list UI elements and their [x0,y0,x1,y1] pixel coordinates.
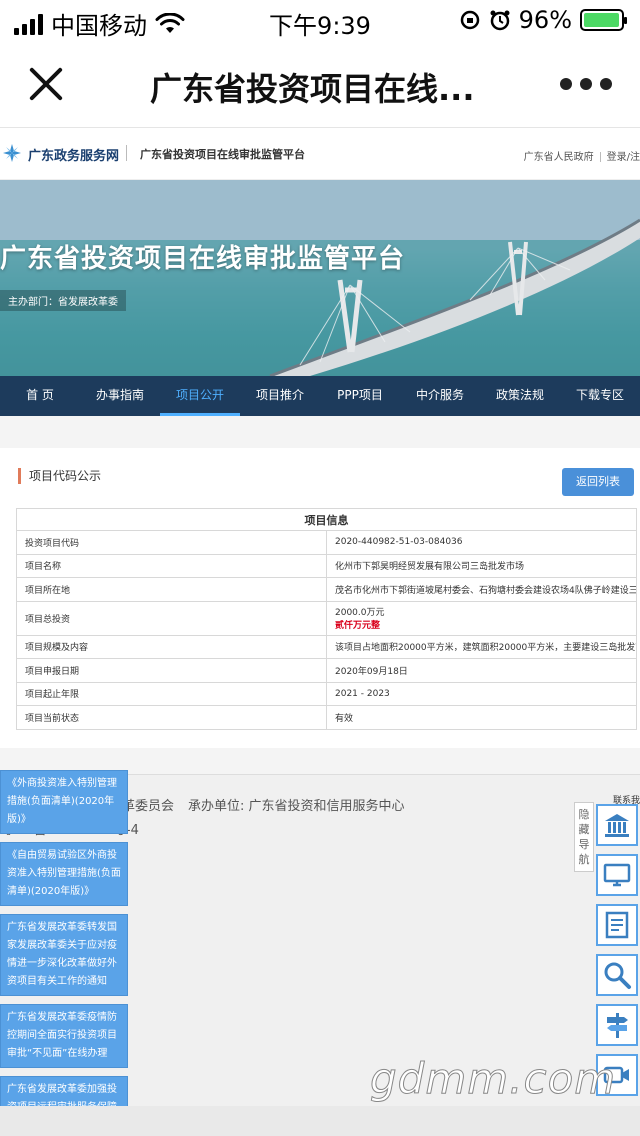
panel-title: 项目代码公示 [18,468,101,484]
gov-link[interactable]: 广东省人民政府 [524,152,594,163]
row-key: 项目规模及内容 [16,634,327,659]
row-key: 项目所在地 [16,577,327,602]
table-row: 项目规模及内容 该项目占地面积20000平方米，建筑面积20000平方米，主要建设… [16,634,637,659]
nav-item[interactable]: 中介服务 [400,376,480,416]
row-value-text: 该项目占地面积20000平方米，建筑面积20000平方米，主要建设三岛批发市场的… [335,643,636,654]
more-icon[interactable] [560,78,612,90]
close-icon[interactable] [26,64,66,104]
row-value-uppercase: 贰仟万元整 [335,621,381,631]
battery-icon [580,9,627,31]
table-row: 项目所在地茂名市化州市下郭街道坡尾村委会、石狗塘村委会建设农场4队佛子岭建设三岛… [16,577,637,602]
row-value-text: 2020-440982-51-03-084036 [335,537,463,548]
row-key: 项目申报日期 [16,658,327,683]
table-row: 项目申报日期 2020年09月18日 [16,658,637,683]
notice-card[interactable]: 广东省发展改革委疫情防控期间全面实行投资项目审批“不见面”在线办理 [0,1004,128,1068]
main-nav: 首 页办事指南 项目公开 项目推介 PPP项目 中介服务 政策法规 下载专区 [0,376,640,416]
platform-name: 广东省投资项目在线审批监管平台 [140,148,305,161]
site-logo-text[interactable]: 广东政务服务网 [28,145,119,164]
nav-item[interactable]: 办事指南 [80,376,160,416]
search-icon[interactable] [596,954,638,996]
gov-logo-icon [3,144,21,162]
row-key: 项目起止年限 [16,681,327,706]
header-links: 广东省人民政府 登录/注 [524,148,640,163]
row-value-text: 化州市下郭昊明经贸发展有限公司三岛批发市场 [335,562,525,573]
row-value: 2021 - 2023 [326,681,637,706]
watermark: gdmm.com [369,1054,617,1104]
back-to-list-button[interactable]: 返回列表 [562,468,634,496]
nav-item[interactable]: PPP项目 [320,376,400,416]
bank-icon[interactable] [596,804,638,846]
row-value: 2020-440982-51-03-084036 [326,530,637,555]
row-key: 项目名称 [16,553,327,578]
row-value-text: 2000.0万元 [335,608,385,618]
row-value: 该项目占地面积20000平方米，建筑面积20000平方米，主要建设三岛批发市场的… [326,634,637,659]
bridge-image [0,180,640,376]
row-value-text: 2021 - 2023 [335,688,390,699]
monitor-icon[interactable] [596,854,638,896]
banner-sponsor: 主办部门：省发展改革委 [0,290,126,311]
nav-item[interactable]: 首 页 [0,376,80,416]
footer-organizer-label: 承办单位: [188,799,245,814]
footer-organizer-name: 广东省投资和信用服务中心 [248,799,405,814]
status-bar: 中国移动 下午9:39 96% [0,0,640,40]
nav-item[interactable]: 项目公开 [160,376,240,416]
document-icon[interactable] [596,904,638,946]
table-row: 项目起止年限 2021 - 2023 [16,681,637,706]
table-row: 项目总投资 2000.0万元 贰仟万元整 [16,600,637,636]
header-divider [126,145,127,161]
row-value: 2000.0万元 贰仟万元整 [326,600,637,636]
status-right: 96% [459,6,627,34]
row-key: 投资项目代码 [16,530,327,555]
nav-item[interactable]: 项目推介 [240,376,320,416]
nav-item[interactable]: 政策法规 [480,376,560,416]
login-link[interactable]: 登录/注 [607,152,640,163]
notice-card[interactable]: 广东省发展改革委转发国家发展改革委关于应对疫情进一步深化改革做好外资项目有关工作… [0,914,128,996]
row-value: 茂名市化州市下郭街道坡尾村委会、石狗塘村委会建设农场4队佛子岭建设三岛批发市场 [326,577,637,602]
webview-nav-bar: 广东省投资项目在线... [0,40,640,128]
web-page: 广东政务服务网 广东省投资项目在线审批监管平台 广东省人民政府 登录/注 广东省投… [0,128,640,1136]
page-title: 广东省投资项目在线... [150,70,475,108]
table-row: 项目名称 化州市下郭昊明经贸发展有限公司三岛批发市场 [16,553,637,578]
notice-card[interactable]: 《自由贸易试验区外商投资准入特别管理措施(负面清单)(2020年版)》 [0,842,128,906]
floating-notices: 《外商投资准入特别管理措施(负面清单)(2020年版)》 《自由贸易试验区外商投资… [0,770,128,1136]
row-key: 项目总投资 [16,600,327,636]
project-info-table: 项目信息 投资项目代码 2020-440982-51-03-084036 项目名称化… [16,508,637,730]
hide-nav-tab[interactable]: 隐藏导航 [574,802,594,872]
row-key: 项目当前状态 [16,705,327,730]
table-header: 项目信息 [16,508,637,531]
row-value: 化州市下郭昊明经贸发展有限公司三岛批发市场 [326,553,637,578]
alarm-icon [490,10,510,31]
battery-percent: 96% [518,6,572,34]
rotation-lock-icon [460,10,479,30]
nav-item[interactable]: 下载专区 [560,376,640,416]
signpost-icon[interactable] [596,1004,638,1046]
row-value-text: 2020年09月18日 [335,666,408,677]
notice-card[interactable]: 《外商投资准入特别管理措施(负面清单)(2020年版)》 [0,770,128,834]
row-value-text: 茂名市化州市下郭街道坡尾村委会、石狗塘村委会建设农场4队佛子岭建设三岛批发市场 [335,585,637,596]
row-value: 有效 [326,705,637,730]
row-value: 2020年09月18日 [326,658,637,683]
row-value-text: 有效 [335,713,354,724]
bottom-bar [0,1106,640,1136]
banner-title: 广东省投资项目在线审批监管平台 [0,244,406,274]
table-row: 项目当前状态 有效 [16,705,637,730]
banner: 广东省投资项目在线审批监管平台 主办部门：省发展改革委 [0,180,640,376]
project-info-panel: 项目代码公示 返回列表 项目信息 投资项目代码 2020-440982-51-03… [0,448,640,748]
site-header: 广东政务服务网 广东省投资项目在线审批监管平台 广东省人民政府 登录/注 [0,128,640,180]
table-row: 投资项目代码 2020-440982-51-03-084036 [16,530,637,555]
